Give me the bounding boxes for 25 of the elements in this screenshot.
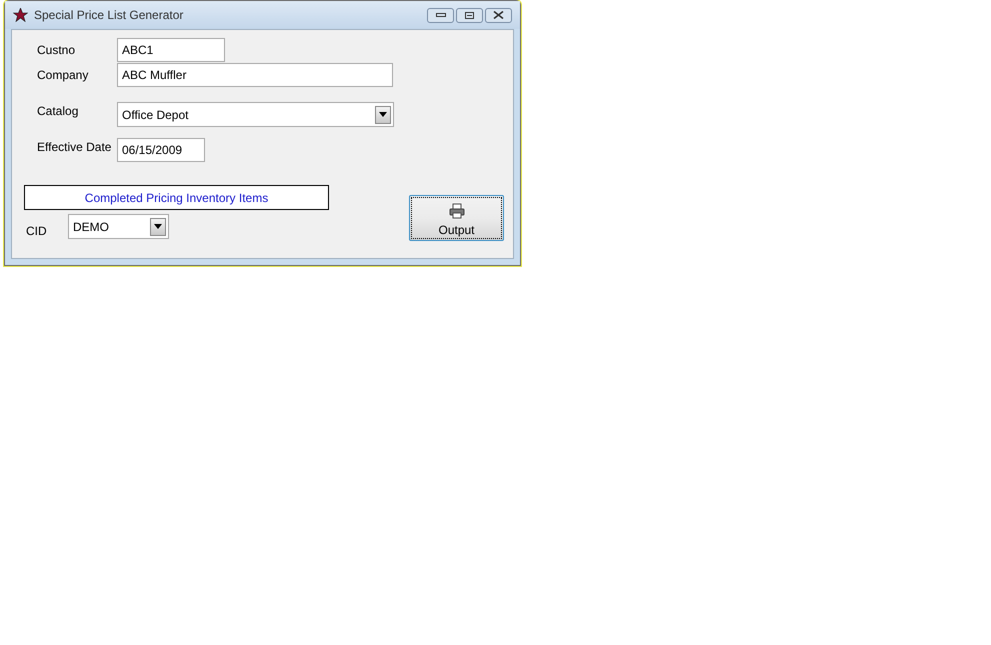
field-label: Company	[36, 67, 90, 84]
field-label: Effective Date	[36, 139, 112, 156]
dropdown-field[interactable]: DEMO	[68, 214, 169, 239]
text-field[interactable]: ABC1	[117, 38, 225, 62]
field-label: Custno	[36, 42, 76, 59]
text-field[interactable]: ABC Muffler	[117, 63, 393, 87]
minimize-icon	[436, 13, 446, 17]
dropdown-field[interactable]: Office Depot	[117, 102, 394, 127]
star-icon	[13, 8, 28, 22]
dropdown-button[interactable]	[375, 106, 391, 124]
close-icon	[493, 11, 504, 19]
printer-icon	[448, 203, 464, 219]
output-button[interactable]: Output	[409, 195, 504, 241]
minimize-button[interactable]	[427, 8, 454, 22]
text-field[interactable]: 06/15/2009	[117, 138, 205, 162]
caret-icon	[379, 112, 387, 117]
dropdown-button[interactable]	[150, 218, 166, 236]
caret-icon	[154, 224, 162, 229]
field-label: CID	[26, 223, 48, 240]
close-button[interactable]	[485, 8, 512, 22]
window-title: Special Price List Generator	[34, 7, 184, 24]
maximize-button[interactable]	[456, 8, 483, 22]
field-label: Catalog	[36, 103, 80, 120]
status-label: Completed Pricing Inventory Items	[24, 185, 329, 210]
maximize-icon	[465, 12, 474, 18]
